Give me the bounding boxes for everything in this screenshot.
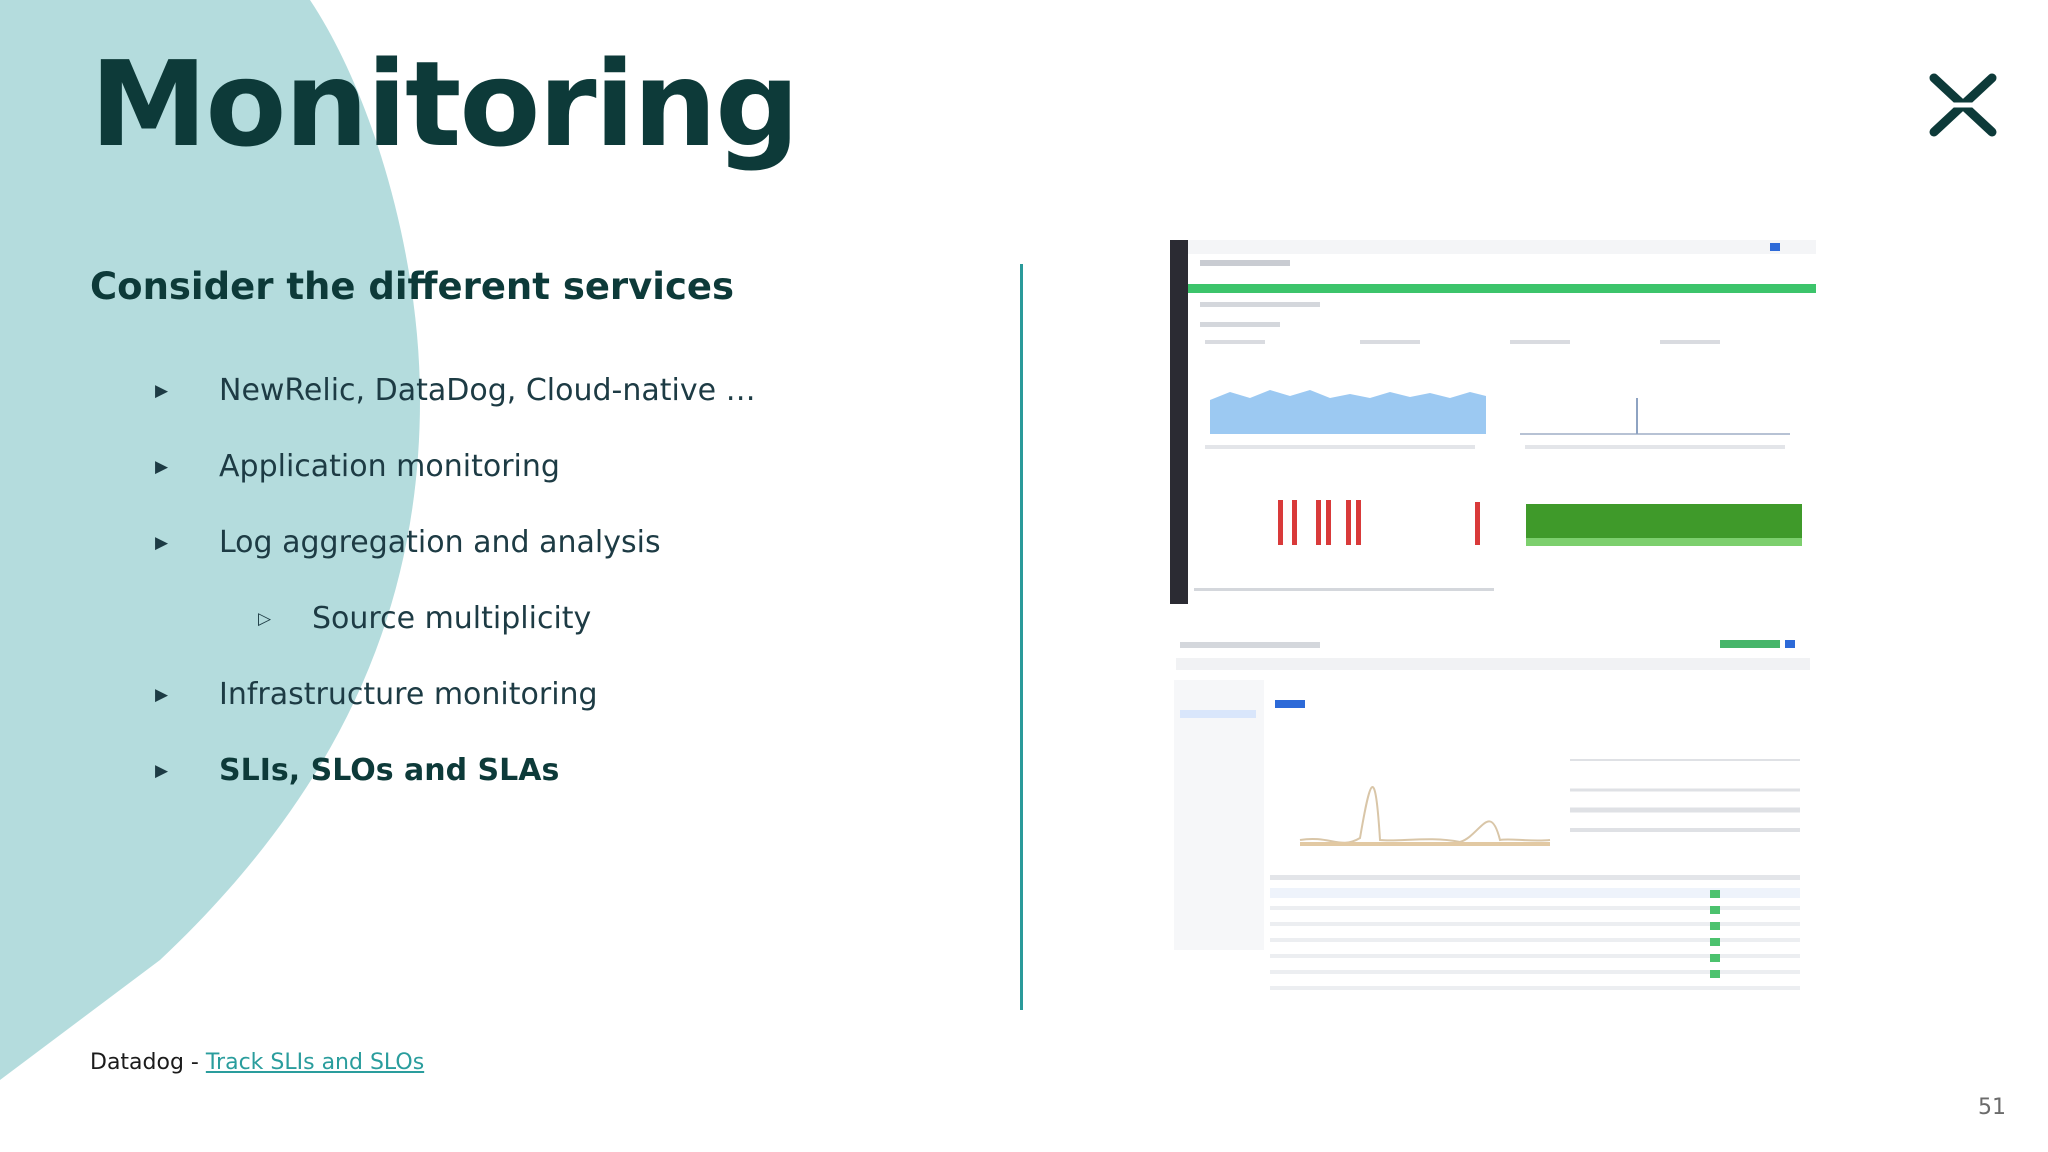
bullet-text: SLIs, SLOs and SLAs [219,753,560,788]
x-logo-icon [1929,73,1997,137]
dashboard-screenshot-image [1170,240,1816,604]
filled-triangle-right-icon: ▶ [155,684,169,705]
bullet-text: Infrastructure monitoring [219,677,598,712]
bullet-text: Application monitoring [219,449,560,484]
bullet-item: ▶ SLIs, SLOs and SLAs [155,753,559,788]
bullet-text: NewRelic, DataDog, Cloud-native … [219,373,756,408]
filled-triangle-right-icon: ▶ [155,532,169,553]
bullet-item: ▷ Source multiplicity [258,601,591,636]
outline-triangle-right-icon: ▷ [258,608,272,629]
source-prefix: Datadog - [90,1050,206,1075]
slide-title: Monitoring [90,35,800,173]
source-link[interactable]: Track SLIs and SLOs [206,1050,424,1075]
bullet-item: ▶ Infrastructure monitoring [155,677,598,712]
filled-triangle-right-icon: ▶ [155,760,169,781]
bullet-text: Source multiplicity [312,601,592,636]
slo-dashboard-screenshot-image [1170,630,1816,1012]
page-number: 51 [1978,1095,2006,1120]
filled-triangle-right-icon: ▶ [155,456,169,477]
slide-subtitle: Consider the different services [90,265,735,308]
bullet-item: ▶ NewRelic, DataDog, Cloud-native … [155,373,756,408]
vertical-divider [1020,264,1023,1010]
bullet-item: ▶ Application monitoring [155,449,560,484]
bullet-text: Log aggregation and analysis [219,525,661,560]
filled-triangle-right-icon: ▶ [155,380,169,401]
source-citation: Datadog - Track SLIs and SLOs [90,1050,424,1075]
bullet-item: ▶ Log aggregation and analysis [155,525,661,560]
